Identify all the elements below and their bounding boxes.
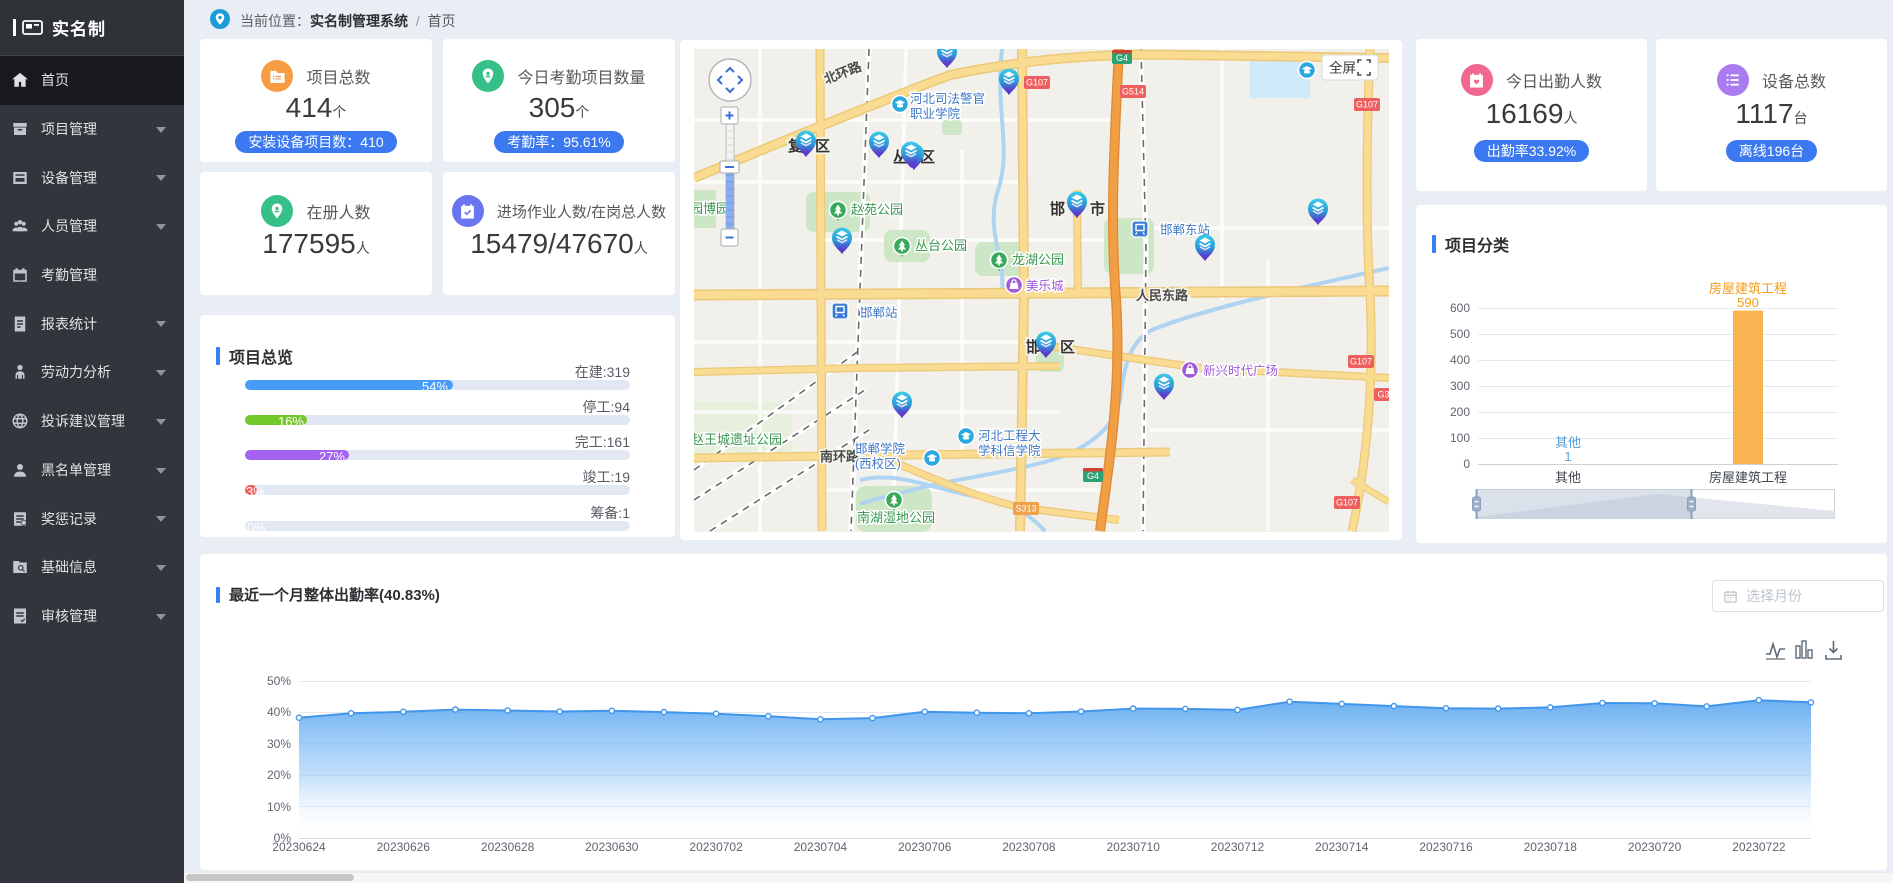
svg-text:600: 600	[1450, 301, 1470, 315]
svg-text:20230710: 20230710	[1107, 840, 1161, 854]
svg-text:400: 400	[1450, 353, 1470, 367]
svg-text:40%: 40%	[267, 705, 291, 719]
svg-text:丛台公园: 丛台公园	[915, 238, 967, 253]
svg-text:美乐城: 美乐城	[1026, 279, 1064, 293]
svg-text:50%: 50%	[267, 674, 291, 688]
svg-text:300: 300	[1450, 379, 1470, 393]
svg-text:590: 590	[1737, 295, 1759, 310]
svg-text:100: 100	[1450, 431, 1470, 445]
svg-text:20%: 20%	[267, 768, 291, 782]
svg-text:S313: S313	[1015, 504, 1036, 514]
svg-text:(西校区): (西校区)	[855, 456, 901, 471]
svg-text:20230708: 20230708	[1002, 840, 1056, 854]
svg-text:20230624: 20230624	[272, 840, 326, 854]
svg-text:人民东路: 人民东路	[1136, 288, 1189, 303]
svg-text:其他: 其他	[1555, 435, 1581, 450]
svg-text:G107: G107	[1336, 498, 1358, 508]
svg-text:房屋建筑工程: 房屋建筑工程	[1709, 470, 1787, 485]
svg-text:20230626: 20230626	[377, 840, 431, 854]
svg-text:20230704: 20230704	[794, 840, 848, 854]
svg-text:20230714: 20230714	[1315, 840, 1369, 854]
svg-text:20230630: 20230630	[585, 840, 639, 854]
svg-text:赵王城遗址公园: 赵王城遗址公园	[694, 432, 782, 447]
svg-text:区: 区	[815, 138, 830, 155]
svg-text:20230712: 20230712	[1211, 840, 1265, 854]
svg-text:区: 区	[1060, 339, 1075, 356]
svg-text:20230718: 20230718	[1524, 840, 1578, 854]
svg-text:G4: G4	[1087, 471, 1099, 481]
svg-text:园博园: 园博园	[694, 201, 729, 216]
svg-text:南湖湿地公园: 南湖湿地公园	[857, 510, 935, 525]
svg-text:学科信学院: 学科信学院	[978, 443, 1041, 458]
svg-text:G4: G4	[1116, 53, 1128, 63]
svg-text:30%: 30%	[267, 737, 291, 751]
svg-text:20230716: 20230716	[1419, 840, 1473, 854]
svg-text:邯郸站: 邯郸站	[860, 306, 898, 320]
svg-text:G30: G30	[1377, 390, 1389, 400]
svg-text:河北司法警官: 河北司法警官	[910, 91, 985, 106]
svg-text:G107: G107	[1350, 357, 1372, 367]
svg-text:20230702: 20230702	[689, 840, 743, 854]
svg-text:邯郸学院: 邯郸学院	[855, 441, 906, 456]
svg-text:全屏: 全屏	[1329, 60, 1356, 76]
svg-text:南环路: 南环路	[820, 449, 860, 464]
svg-text:职业学院: 职业学院	[910, 106, 961, 121]
svg-text:20230722: 20230722	[1732, 840, 1786, 854]
svg-text:0: 0	[1463, 457, 1470, 471]
svg-text:20230706: 20230706	[898, 840, 952, 854]
svg-text:G514: G514	[1122, 87, 1144, 97]
svg-text:1: 1	[1564, 449, 1571, 464]
svg-text:G107: G107	[1356, 100, 1378, 110]
svg-text:其他: 其他	[1555, 470, 1581, 485]
svg-text:市: 市	[1090, 200, 1105, 218]
svg-text:10%: 10%	[267, 800, 291, 814]
svg-text:龙湖公园: 龙湖公园	[1012, 252, 1064, 267]
svg-text:赵苑公园: 赵苑公园	[851, 202, 903, 217]
svg-text:河北工程大: 河北工程大	[978, 428, 1041, 443]
svg-text:20230720: 20230720	[1628, 840, 1682, 854]
svg-text:房屋建筑工程: 房屋建筑工程	[1709, 281, 1787, 296]
svg-text:G107: G107	[1026, 78, 1048, 88]
svg-text:邯: 邯	[1050, 200, 1065, 218]
svg-text:20230628: 20230628	[481, 840, 535, 854]
svg-text:200: 200	[1450, 405, 1470, 419]
svg-text:新兴时代广场: 新兴时代广场	[1203, 363, 1278, 378]
svg-text:500: 500	[1450, 327, 1470, 341]
